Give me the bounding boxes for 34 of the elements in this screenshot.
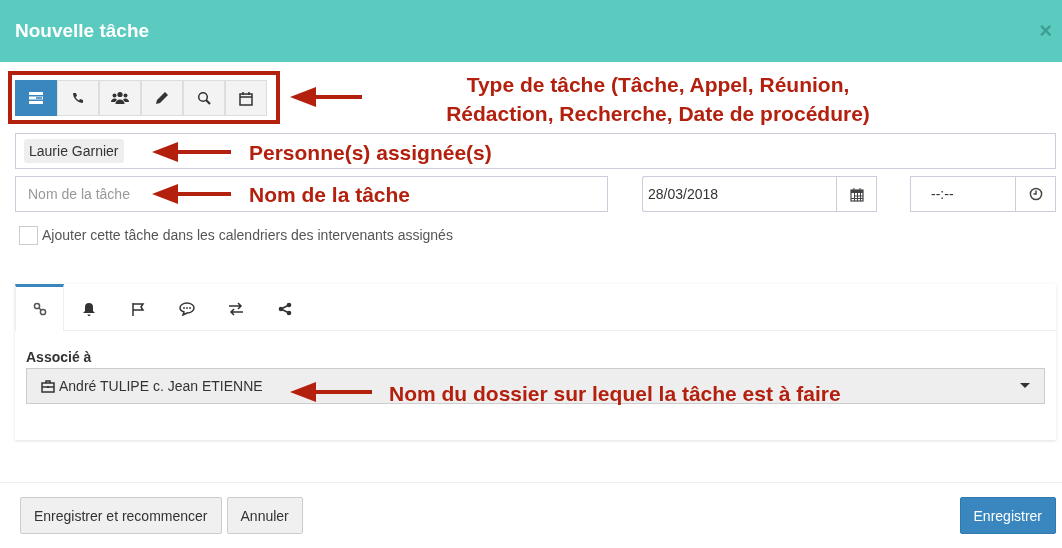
field-label: Associé à xyxy=(26,349,93,365)
select-value: André TULIPE c. Jean ETIENNE xyxy=(59,378,263,394)
clock-button[interactable] xyxy=(1015,176,1056,212)
checkbox[interactable] xyxy=(19,225,38,245)
flag-icon xyxy=(130,301,145,317)
checkbox-label: Ajouter cette tâche dans les calendriers des intervenants assignés xyxy=(42,227,453,243)
date-field[interactable]: 28/03/2018 xyxy=(642,176,836,212)
annotation-text: Nom de la tâche xyxy=(249,182,412,208)
phone-icon xyxy=(72,92,84,104)
annotation-text: Personne(s) assignée(s) xyxy=(249,140,493,166)
annotation-text: Nom du dossier sur lequel la tâche est à faire xyxy=(389,381,842,407)
bell-icon xyxy=(81,301,96,317)
assignee-tag: Laurie Garnier xyxy=(24,139,124,163)
calendar-icon xyxy=(849,186,864,202)
save-button[interactable]: Enregistrer xyxy=(959,497,1056,534)
arrows-icon xyxy=(227,302,244,316)
dialog-title: Nouvelle tâche xyxy=(15,20,150,42)
time-field[interactable]: --:-- xyxy=(910,176,1015,212)
pencil-icon xyxy=(155,91,169,105)
annotation-text: Type de tâche (Tâche, Appel, Réunion, Rédaction, Recherche, Date de procédure) xyxy=(445,72,871,127)
calendar-icon xyxy=(239,90,253,106)
share-icon xyxy=(277,302,292,316)
arrow xyxy=(290,87,362,107)
clock-icon xyxy=(1028,187,1043,201)
calendar-button[interactable] xyxy=(836,176,877,212)
briefcase-icon xyxy=(41,379,55,393)
list-icon xyxy=(28,91,44,105)
footer-button[interactable]: Annuler xyxy=(226,497,303,534)
caret-icon xyxy=(1020,383,1030,389)
search-icon xyxy=(197,91,211,105)
speech-bubble-icon xyxy=(178,302,195,316)
link-icon xyxy=(32,302,47,316)
footer-button[interactable]: Enregistrer et recommencer xyxy=(20,497,222,534)
people-icon xyxy=(111,91,129,105)
